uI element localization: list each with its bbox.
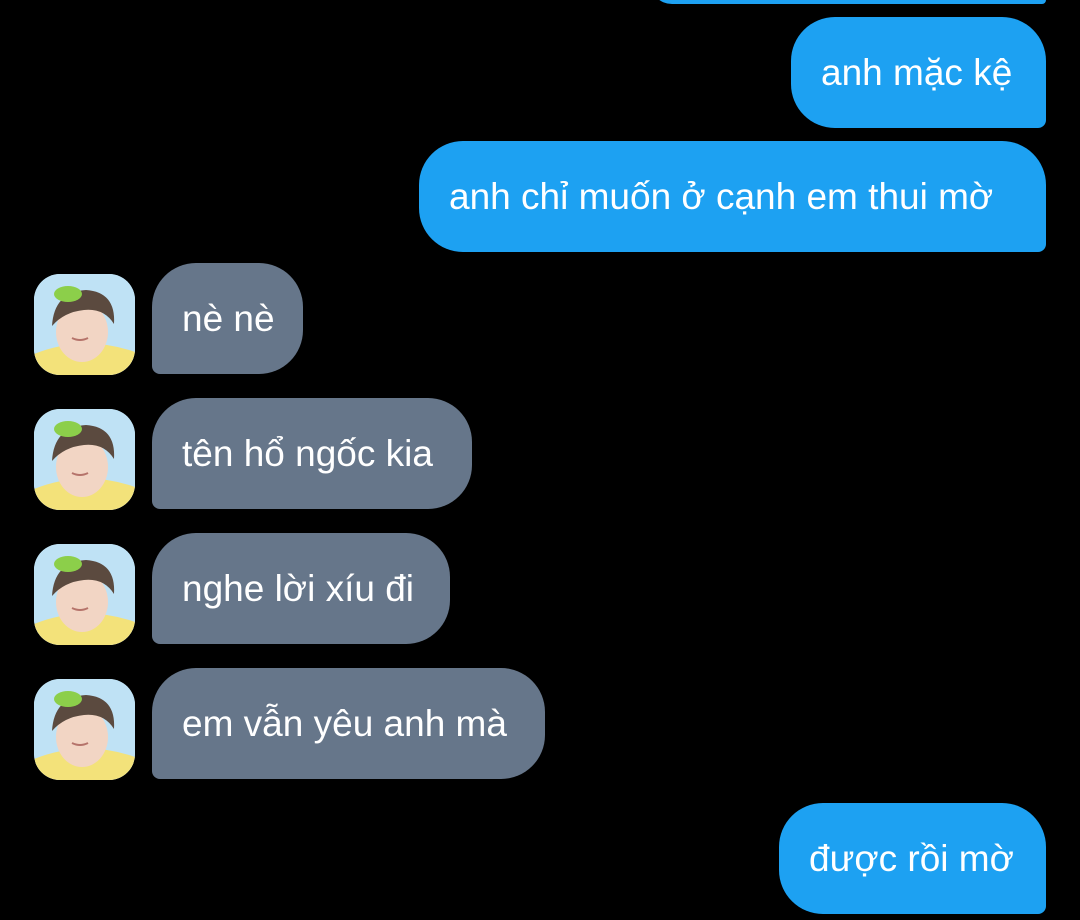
avatar[interactable] <box>34 679 135 780</box>
profile-photo-icon <box>34 544 135 645</box>
message-text: anh mặc kệ <box>821 52 1013 93</box>
message-text: được rồi mờ <box>809 838 1014 879</box>
message-text: nghe lời xíu đi <box>182 568 415 609</box>
message-text: anh chỉ muốn ở cạnh em thui mờ <box>449 176 994 217</box>
chat-conversation: anh mặc kệ anh chỉ muốn ở cạnh em thui m… <box>0 0 1080 920</box>
message-text: tên hổ ngốc kia <box>182 433 433 474</box>
message-bubble-sent[interactable]: được rồi mờ <box>779 803 1046 914</box>
message-bubble-sent-partial[interactable] <box>650 0 1046 4</box>
message-text: em vẫn yêu anh mà <box>182 703 507 744</box>
profile-photo-icon <box>34 274 135 375</box>
profile-photo-icon <box>34 409 135 510</box>
message-bubble-received[interactable]: nghe lời xíu đi <box>152 533 450 644</box>
avatar[interactable] <box>34 544 135 645</box>
message-bubble-sent[interactable]: anh mặc kệ <box>791 17 1046 128</box>
message-bubble-sent[interactable]: anh chỉ muốn ở cạnh em thui mờ <box>419 141 1046 252</box>
profile-photo-icon <box>34 679 135 780</box>
avatar[interactable] <box>34 274 135 375</box>
message-text: nè nè <box>182 298 275 339</box>
avatar[interactable] <box>34 409 135 510</box>
message-bubble-received[interactable]: tên hổ ngốc kia <box>152 398 472 509</box>
message-bubble-received[interactable]: nè nè <box>152 263 303 374</box>
message-bubble-received[interactable]: em vẫn yêu anh mà <box>152 668 545 779</box>
